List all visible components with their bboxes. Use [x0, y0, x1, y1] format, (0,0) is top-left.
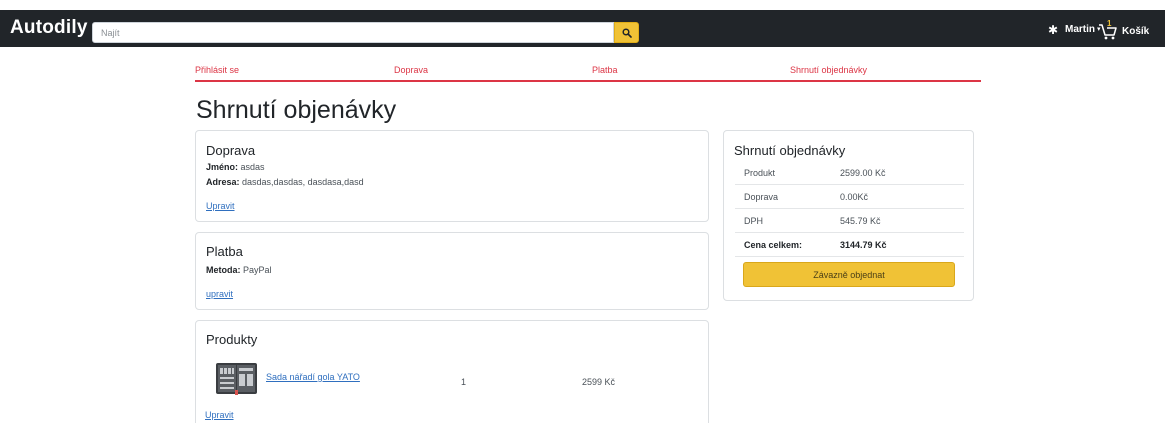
product-price: 2599 Kč [582, 377, 616, 387]
summary-value: 2599.00 Kč [840, 168, 886, 178]
summary-value: 3144.79 Kč [840, 240, 887, 250]
summary-label: DPH [744, 216, 764, 226]
page-title: Shrnutí objenávky [196, 96, 397, 124]
cart-icon: 1 [1098, 19, 1118, 41]
product-image[interactable] [214, 360, 259, 397]
search-button[interactable] [614, 22, 639, 43]
checkout-steps: Přihlásit se Doprava Platba Shrnutí obje… [195, 62, 981, 82]
summary-title: Shrnutí objednávky [734, 143, 846, 158]
shipping-address: Adresa: dasdas,dasdas, dasdasa,dasd [206, 177, 364, 187]
summary-label: Doprava [744, 192, 779, 202]
navbar: Autodily [0, 10, 1165, 47]
summary-row-shipping: Doprava 0.00Kč [735, 185, 964, 209]
address-value: dasdas,dasdas, dasdasa,dasd [242, 177, 364, 187]
place-order-button[interactable]: Závazně objednat [743, 262, 955, 287]
shipping-name: Jméno: asdas [206, 162, 265, 172]
product-quantity: 1 [461, 377, 467, 387]
summary-value: 545.79 Kč [840, 216, 881, 226]
search-input[interactable] [92, 22, 614, 43]
payment-title: Platba [206, 244, 243, 259]
shipping-title: Doprava [206, 143, 256, 158]
payment-card: Platba Metoda: PayPal upravit [195, 232, 709, 310]
payment-method: Metoda: PayPal [206, 265, 272, 275]
products-title: Produkty [206, 332, 258, 347]
payment-edit-link[interactable]: upravit [206, 289, 233, 299]
step-summary[interactable]: Shrnutí objednávky [790, 65, 867, 75]
summary-row-vat: DPH 545.79 Kč [735, 209, 964, 233]
user-menu[interactable]: Martin ▾ [1065, 24, 1101, 35]
step-login[interactable]: Přihlásit se [195, 65, 239, 75]
user-name: Martin [1065, 24, 1095, 35]
shipping-edit-link[interactable]: Upravit [206, 201, 235, 211]
method-value: PayPal [243, 265, 272, 275]
step-payment[interactable]: Platba [592, 65, 618, 75]
cart-label: Košík [1122, 25, 1150, 37]
summary-label: Produkt [744, 168, 776, 178]
step-shipping[interactable]: Doprava [394, 65, 428, 75]
summary-row-product: Produkt 2599.00 Kč [735, 161, 964, 185]
cart-count-badge: 1 [1107, 19, 1112, 28]
name-value: asdas [240, 162, 265, 172]
gear-icon[interactable]: ✱ [1048, 24, 1058, 36]
products-edit-link[interactable]: Upravit [205, 410, 234, 420]
cart-link[interactable]: 1 Košík [1098, 19, 1150, 42]
method-label: Metoda: [206, 265, 241, 275]
brand-logo[interactable]: Autodily [10, 17, 88, 39]
shipping-card: Doprava Jméno: asdas Adresa: dasdas,dasd… [195, 130, 709, 222]
product-name-link[interactable]: Sada nářadí gola YATO [266, 372, 360, 382]
summary-row-total: Cena celkem: 3144.79 Kč [735, 233, 964, 257]
address-label: Adresa: [206, 177, 240, 187]
search-icon [621, 27, 632, 38]
name-label: Jméno: [206, 162, 239, 172]
summary-value: 0.00Kč [840, 192, 869, 202]
products-card: Produkty Sada nářadí gola YATO 1 2599 Kč… [195, 320, 709, 423]
summary-label: Cena celkem: [744, 240, 803, 250]
order-summary-card: Shrnutí objednávky Produkt 2599.00 Kč Do… [723, 130, 974, 301]
